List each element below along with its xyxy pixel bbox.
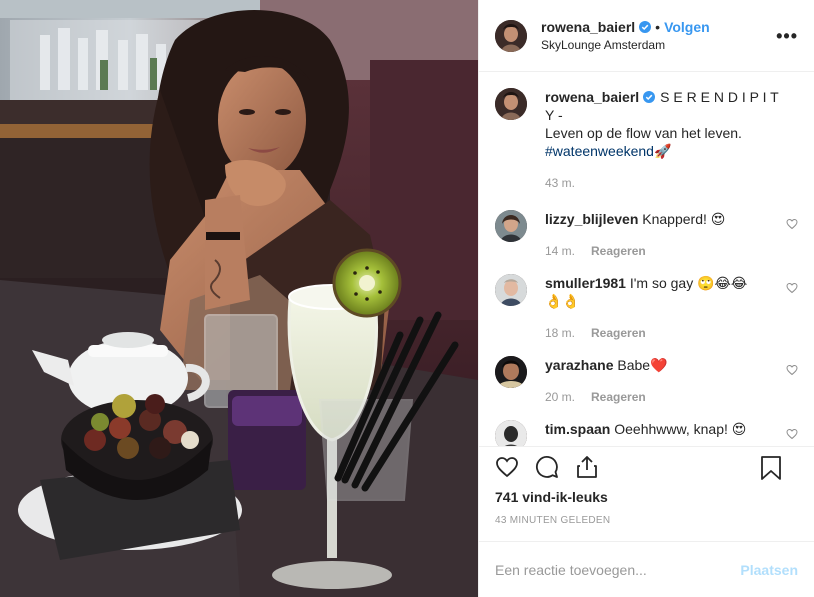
avatar-image xyxy=(495,19,527,52)
comment-time: 20 m. xyxy=(545,390,576,404)
post-header: rowena_baierl • Volgen SkyLounge Amsterd… xyxy=(479,0,814,72)
comment-time: 14 m. xyxy=(545,244,576,258)
instagram-post-modal: rowena_baierl • Volgen SkyLounge Amsterd… xyxy=(0,0,814,597)
verified-badge-icon xyxy=(643,91,656,103)
comment-avatar[interactable] xyxy=(495,210,527,242)
comment-item: tim.spaan Oeehhwww, knap! 😍 xyxy=(495,420,798,446)
comment-bubble-icon[interactable] xyxy=(535,455,559,479)
reply-button[interactable]: Reageren xyxy=(591,390,646,404)
caption-time: 43 m. xyxy=(545,176,576,190)
comment-avatar[interactable] xyxy=(495,356,527,388)
avatar[interactable] xyxy=(495,19,527,52)
post-timestamp: 43 MINUTEN GELEDEN xyxy=(495,515,611,526)
comment-username[interactable]: smuller1981 xyxy=(545,275,626,291)
comment-text-continued: 👌👌 xyxy=(545,293,580,309)
follow-button[interactable]: Volgen xyxy=(664,19,710,35)
reply-button[interactable]: Reageren xyxy=(591,244,646,258)
like-heart-icon[interactable] xyxy=(495,455,519,479)
post-side-panel: rowena_baierl • Volgen SkyLounge Amsterd… xyxy=(478,0,814,597)
comment-avatar[interactable] xyxy=(495,420,527,446)
comment-item: smuller1981 I'm so gay 🙄😂😂 👌👌 18 m. Reage… xyxy=(495,274,798,342)
action-icons xyxy=(495,447,798,487)
post-caption: rowena_baierl S E R E N D I P I T Y - Lev… xyxy=(495,88,798,192)
like-comment-heart-icon[interactable] xyxy=(786,428,798,440)
avatar-image xyxy=(495,274,527,306)
bookmark-save-icon[interactable] xyxy=(760,456,782,480)
like-comment-heart-icon[interactable] xyxy=(786,282,798,294)
post-comment-button[interactable]: Plaatsen xyxy=(740,562,798,578)
post-username[interactable]: rowena_baierl xyxy=(541,19,635,35)
like-comment-heart-icon[interactable] xyxy=(786,218,798,230)
avatar-image xyxy=(495,420,527,446)
add-comment-bar: Plaatsen xyxy=(479,541,814,597)
avatar-image xyxy=(495,356,527,388)
comment-time: 18 m. xyxy=(545,326,576,340)
comment-text: Babe❤️ xyxy=(617,357,668,373)
reply-button[interactable]: Reageren xyxy=(591,326,646,340)
comment-input[interactable] xyxy=(495,561,715,578)
comments-list[interactable]: rowena_baierl S E R E N D I P I T Y - Lev… xyxy=(479,72,814,446)
comment-username[interactable]: lizzy_blijleven xyxy=(545,211,638,227)
comment-item: lizzy_blijleven Knapperd! 😍 14 m. Reagere… xyxy=(495,210,798,260)
caption-emoji: 🚀 xyxy=(653,143,672,159)
avatar-image xyxy=(495,210,527,242)
separator-dot: • xyxy=(655,19,661,35)
comment-username[interactable]: tim.spaan xyxy=(545,421,610,437)
photo-illustration xyxy=(0,0,478,597)
caption-username[interactable]: rowena_baierl xyxy=(545,89,639,105)
verified-badge-icon xyxy=(639,21,652,33)
avatar-image xyxy=(495,88,527,120)
comment-text: Knapperd! 😍 xyxy=(642,211,726,227)
post-photo[interactable] xyxy=(0,0,478,597)
comment-item: yarazhane Babe❤️ 20 m. Reageren xyxy=(495,356,798,406)
likes-count[interactable]: 741 vind-ik-leuks xyxy=(495,489,798,505)
caption-text-line2: Leven op de flow van het leven. xyxy=(545,125,742,141)
post-actions: 741 vind-ik-leuks 43 MINUTEN GELEDEN xyxy=(479,446,814,541)
comment-text: I'm so gay 🙄😂😂 xyxy=(629,275,748,291)
comment-username[interactable]: yarazhane xyxy=(545,357,613,373)
comment-text: Oeehhwww, knap! 😍 xyxy=(614,421,747,437)
comment-avatar[interactable] xyxy=(495,274,527,306)
more-horizontal-icon[interactable]: ••• xyxy=(776,26,798,47)
like-comment-heart-icon[interactable] xyxy=(786,364,798,376)
share-icon[interactable] xyxy=(575,455,599,479)
post-location[interactable]: SkyLounge Amsterdam xyxy=(541,38,710,52)
caption-avatar[interactable] xyxy=(495,88,527,120)
caption-hashtag[interactable]: #wateenweekend xyxy=(545,143,654,159)
